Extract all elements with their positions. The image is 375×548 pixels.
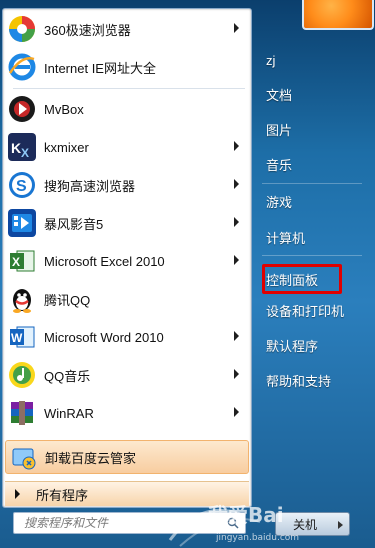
right-item-label: 音乐 (266, 157, 293, 173)
svg-text:K: K (11, 140, 21, 156)
excel-icon: X (8, 247, 36, 275)
program-ie[interactable]: Internet IE网址大全 (5, 50, 249, 84)
start-menu: 360极速浏览器 Internet IE网址大全 MvBox K X kxmix… (0, 0, 375, 548)
baofeng-player-icon (8, 209, 36, 237)
right-item-music[interactable]: 音乐 (258, 150, 363, 178)
search-icon[interactable] (227, 517, 239, 529)
submenu-arrow-icon[interactable] (234, 369, 239, 379)
program-word[interactable]: W Microsoft Word 2010 (5, 320, 249, 354)
qq-penguin-icon (8, 285, 36, 313)
right-item-devices-printers[interactable]: 设备和打印机 (258, 296, 363, 324)
word-icon: W (8, 323, 36, 351)
right-item-user[interactable]: zj (258, 46, 363, 74)
program-label: Internet IE网址大全 (44, 60, 156, 76)
right-item-help-support[interactable]: 帮助和支持 (258, 366, 363, 394)
right-item-computer[interactable]: 计算机 (258, 223, 363, 251)
program-label: kxmixer (44, 139, 89, 155)
svg-text:X: X (12, 255, 20, 269)
sogou-browser-icon: S (8, 171, 36, 199)
search-input[interactable] (22, 515, 226, 531)
program-mvbox[interactable]: MvBox (5, 92, 249, 126)
program-label: Microsoft Word 2010 (44, 329, 164, 345)
right-item-label: 文档 (266, 87, 293, 103)
right-item-label: 默认程序 (266, 338, 319, 354)
program-uninstall-baidu[interactable]: 卸载百度云管家 (5, 440, 249, 474)
uninstall-icon (9, 443, 37, 471)
program-360-browser[interactable]: 360极速浏览器 (5, 12, 249, 46)
right-item-label: 计算机 (266, 230, 306, 246)
svg-text:W: W (11, 331, 23, 345)
qq-music-icon (8, 361, 36, 389)
svg-text:S: S (16, 178, 27, 195)
right-item-default-programs[interactable]: 默认程序 (258, 331, 363, 359)
submenu-arrow-icon[interactable] (234, 23, 239, 33)
program-label: 暴风影音5 (44, 216, 104, 232)
mvbox-icon (8, 95, 36, 123)
program-label: 搜狗高速浏览器 (44, 178, 136, 194)
shutdown-button[interactable]: 关机 (275, 512, 335, 536)
program-winrar[interactable]: WinRAR (5, 396, 249, 430)
program-label: 腾讯QQ (44, 292, 91, 308)
program-label: 卸载百度云管家 (45, 450, 137, 466)
program-qq-music[interactable]: QQ音乐 (5, 358, 249, 392)
right-item-label: zj (266, 52, 276, 68)
right-item-label: 设备和打印机 (266, 303, 345, 319)
triangle-right-icon (15, 489, 20, 499)
program-baofeng[interactable]: 暴风影音5 (5, 206, 249, 240)
search-field[interactable] (13, 512, 246, 534)
right-item-label: 帮助和支持 (266, 373, 332, 389)
winrar-icon (8, 399, 36, 427)
right-item-label: 图片 (266, 122, 293, 138)
annotation-highlight-box (262, 264, 342, 294)
right-item-games[interactable]: 游戏 (258, 187, 363, 215)
program-label: MvBox (44, 101, 84, 117)
program-label: 360极速浏览器 (44, 22, 131, 38)
submenu-arrow-icon[interactable] (234, 407, 239, 417)
program-label: WinRAR (44, 405, 94, 421)
submenu-arrow-icon[interactable] (234, 141, 239, 151)
submenu-arrow-icon[interactable] (234, 255, 239, 265)
all-programs-button[interactable]: 所有程序 (5, 481, 249, 506)
submenu-arrow-icon[interactable] (234, 217, 239, 227)
shutdown-options-arrow-icon[interactable] (334, 512, 350, 536)
program-label: Microsoft Excel 2010 (44, 253, 165, 269)
browser-360-icon (8, 15, 36, 43)
internet-explorer-icon (8, 53, 36, 81)
program-kxmixer[interactable]: K X kxmixer (5, 130, 249, 164)
submenu-arrow-icon[interactable] (234, 331, 239, 341)
right-item-pictures[interactable]: 图片 (258, 115, 363, 143)
program-sogou-browser[interactable]: S 搜狗高速浏览器 (5, 168, 249, 202)
program-excel[interactable]: X Microsoft Excel 2010 (5, 244, 249, 278)
kxmixer-icon: K X (8, 133, 36, 161)
program-label: QQ音乐 (44, 368, 91, 384)
all-programs-label: 所有程序 (36, 487, 89, 503)
user-avatar[interactable] (302, 0, 374, 30)
right-item-label: 游戏 (266, 194, 293, 210)
submenu-arrow-icon[interactable] (234, 179, 239, 189)
program-list-panel: 360极速浏览器 Internet IE网址大全 MvBox K X kxmix… (2, 8, 252, 508)
separator (262, 255, 362, 256)
program-qq[interactable]: 腾讯QQ (5, 282, 249, 316)
shutdown-label: 关机 (292, 517, 317, 532)
right-item-documents[interactable]: 文档 (258, 80, 363, 108)
separator (262, 183, 362, 184)
svg-text:X: X (21, 146, 29, 160)
separator (13, 88, 245, 89)
